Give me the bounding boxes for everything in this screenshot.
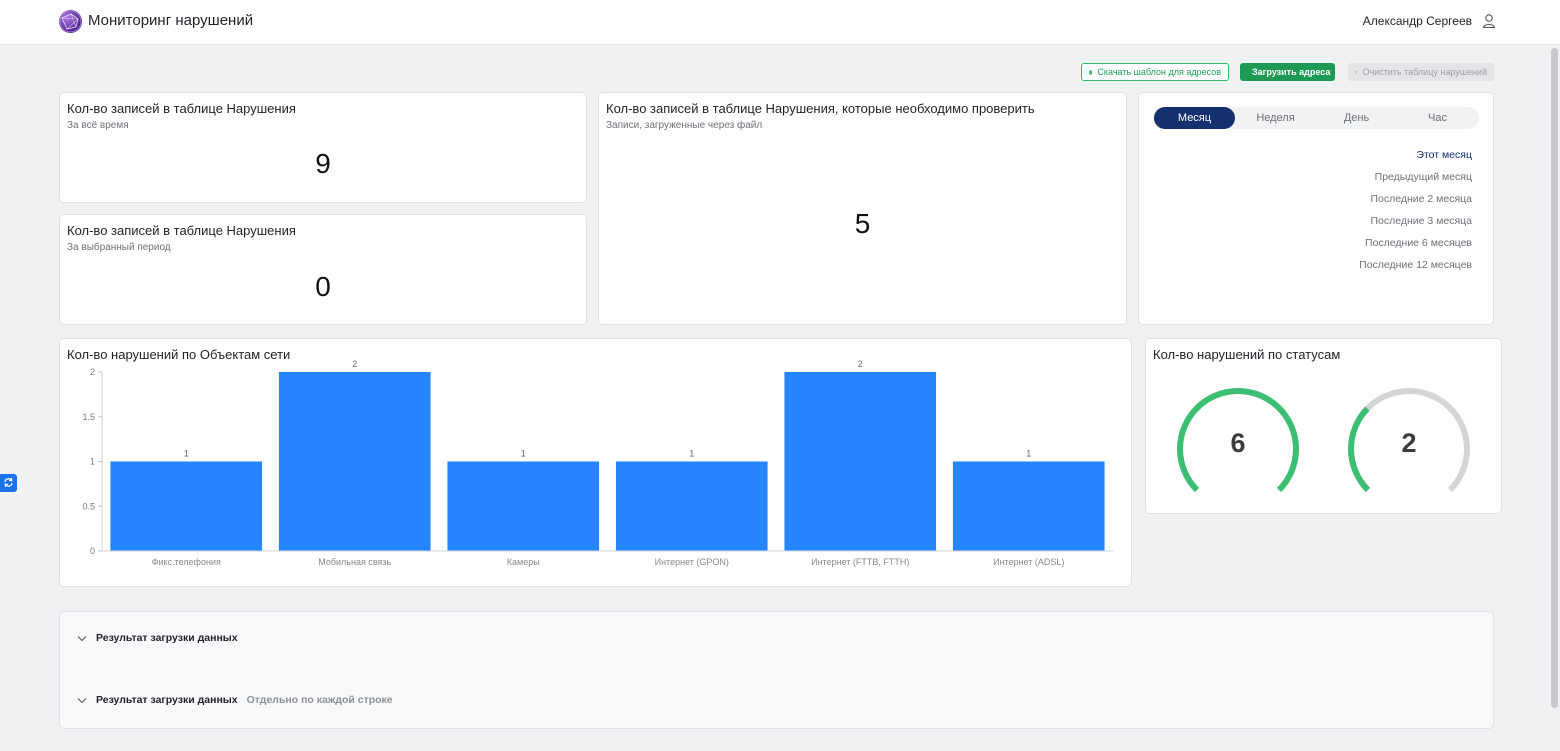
user-icon[interactable] [1482,13,1496,29]
x-tick-label: Камеры [507,557,540,567]
gauge-value: 2 [1401,428,1417,458]
period-option-last-3-months[interactable]: Последние 3 месяца [1370,215,1472,227]
user-name[interactable]: Александр Сергеев [1363,14,1472,28]
card-subtitle: За выбранный период [67,242,171,253]
trash-icon [1355,70,1358,74]
bar-data-label: 1 [689,449,694,459]
bar [447,461,600,551]
objects-chart-card: Кол-во нарушений по Объектам сети 0 0.5 1 1… [59,338,1132,587]
scroll-thumb[interactable] [1551,48,1558,708]
x-tick-label: Интернет (ADSL) [993,557,1064,567]
bar-data-label: 1 [521,449,526,459]
card-value: 9 [315,148,331,179]
period-option-last-6-months[interactable]: Последние 6 месяцев [1365,237,1472,249]
x-tick-label: Мобильная связь [318,557,391,567]
chevron-down-icon [77,635,87,641]
page-scrollbar[interactable] [1549,45,1560,751]
tab-month[interactable]: Месяц [1154,107,1235,129]
card-title: Кол-во записей в таблице Нарушения [67,101,296,116]
file-icon [1089,70,1093,74]
card-value: 0 [315,271,331,302]
card-total-period: Кол-во записей в таблице Нарушения За вы… [59,214,587,325]
bar [784,372,937,551]
y-tick-label: 0.5 [82,501,95,511]
app-title: Мониторинг нарушений [88,12,254,29]
accordion-upload-result-rows[interactable]: Результат загрузки данных Отдельно по ка… [77,694,393,706]
card-to-check: Кол-во записей в таблице Нарушения, кото… [598,92,1127,325]
period-filter-card: Месяц Неделя День Час Этот месяц Предыду… [1138,92,1494,325]
accordion-sublabel: Отдельно по каждой строке [246,694,393,706]
download-template-label: Скачать шаблон для адресов [1097,67,1221,77]
gauge-fill [1348,406,1371,493]
bar [110,461,263,551]
bar-data-label: 2 [858,359,863,369]
bar [615,461,768,551]
card-subtitle: За всё время [67,120,129,131]
period-tabs: Месяц Неделя День Час [1153,107,1479,129]
period-option-previous-month[interactable]: Предыдущий месяц [1375,171,1472,183]
y-tick-label: 1 [90,457,95,467]
status-chart-card: Кол-во нарушений по статусам 6 2 [1145,338,1502,514]
card-total-all-time: Кол-во записей в таблице Нарушения За вс… [59,92,587,203]
card-title: Кол-во записей в таблице Нарушения, кото… [606,101,1035,116]
upload-addresses-button[interactable]: Загрузить адреса [1240,63,1335,81]
y-tick-label: 2 [90,367,95,377]
download-template-button[interactable]: Скачать шаблон для адресов [1081,63,1229,81]
globe-logo-icon[interactable] [59,10,82,33]
y-tick-label: 1.5 [82,412,95,422]
x-tick-label: Интернет (GPON) [655,557,729,567]
refresh-side-button[interactable] [0,474,17,492]
card-title: Кол-во записей в таблице Нарушения [67,223,296,238]
gauge-value: 6 [1230,428,1246,458]
status-gauges [1177,388,1470,493]
bar-data-label: 1 [1026,449,1031,459]
x-tick-label: Фикс.телефония [152,557,221,567]
tab-hour[interactable]: Час [1397,107,1478,129]
period-option-last-2-months[interactable]: Последние 2 месяца [1370,193,1472,205]
upload-results-panel: Результат загрузки данных Результат загр… [59,611,1494,729]
objects-bar-chart: 0 0.5 1 1.5 2 1 Фикс.телефония 2 Мобильная связь… [82,359,1113,567]
tab-day[interactable]: День [1316,107,1397,129]
upload-addresses-label: Загрузить адреса [1252,67,1331,77]
tab-week[interactable]: Неделя [1235,107,1316,129]
refresh-icon [4,477,13,488]
bar [278,372,431,551]
app-header: Мониторинг нарушений Александр Сергеев [0,0,1560,45]
bar-data-label: 1 [184,449,189,459]
chevron-down-icon [77,697,87,703]
accordion-label: Результат загрузки данных [96,694,238,706]
accordion-upload-result[interactable]: Результат загрузки данных [77,632,238,644]
card-subtitle: Записи, загруженные через файл [606,120,763,131]
period-option-this-month[interactable]: Этот месяц [1416,149,1472,161]
bar [952,461,1105,551]
clear-table-label: Очистить таблицу нарушений [1362,67,1487,77]
period-option-last-12-months[interactable]: Последние 12 месяцев [1359,259,1472,271]
accordion-label: Результат загрузки данных [96,632,238,644]
y-tick-label: 0 [90,546,95,556]
card-value: 5 [854,208,871,239]
clear-table-button[interactable]: Очистить таблицу нарушений [1348,63,1494,81]
bar-data-label: 2 [352,359,357,369]
x-tick-label: Интернет (FTTB, FTTH) [811,557,909,567]
